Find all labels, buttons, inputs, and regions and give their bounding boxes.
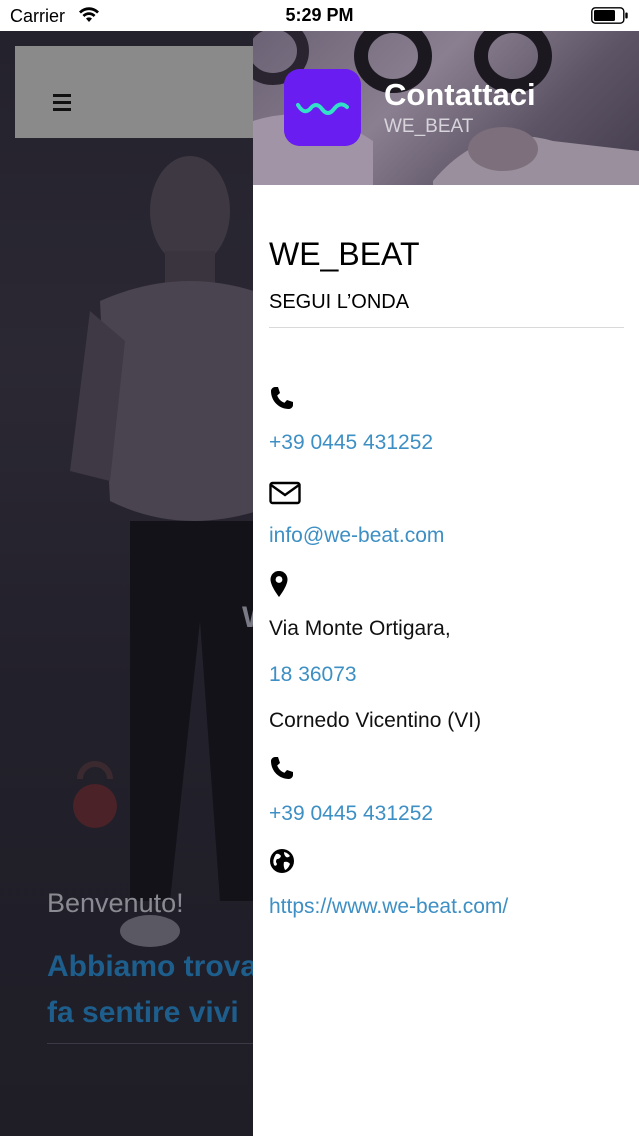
headline: Abbiamo trova fa sentire vivi [47,944,257,1036]
menu-icon[interactable] [51,86,85,120]
envelope-icon [269,481,301,505]
drawer-header: Contattaci WE_BEAT [253,31,639,185]
clock: 5:29 PM [285,5,354,25]
contact-drawer: Contattaci WE_BEAT WE_BEAT SEGUI L’ONDA … [253,31,639,1136]
map-marker-icon [270,571,288,597]
welcome-text: Benvenuto! [47,888,184,918]
drawer-subtitle: WE_BEAT [384,116,474,137]
phone-link-2[interactable]: +39 0445 431252 [269,802,433,826]
globe-icon [270,849,294,873]
address-line-2[interactable]: 18 36073 [269,663,357,687]
brand-name: WE_BEAT [269,236,420,272]
phone-link-1[interactable]: +39 0445 431252 [269,431,433,455]
headline-line-1: Abbiamo trova [47,950,258,983]
divider [269,327,624,328]
address-line-3: Cornedo Vicentino (VI) [269,709,482,732]
status-bar: Carrier 5:29 PM [0,0,639,31]
drawer-title: Contattaci [384,77,536,112]
email-link[interactable]: info@we-beat.com [269,524,444,548]
address-line-1: Via Monte Ortigara, [269,617,451,640]
app-logo-icon [284,69,361,146]
kettlebell-image [73,761,117,828]
phone-icon [271,757,293,779]
headline-line-2: fa sentire vivi [47,996,239,1029]
website-link[interactable]: https://www.we-beat.com/ [269,895,508,919]
battery-icon [591,7,628,24]
phone-icon [271,387,293,409]
brand-tagline: SEGUI L’ONDA [269,291,410,313]
